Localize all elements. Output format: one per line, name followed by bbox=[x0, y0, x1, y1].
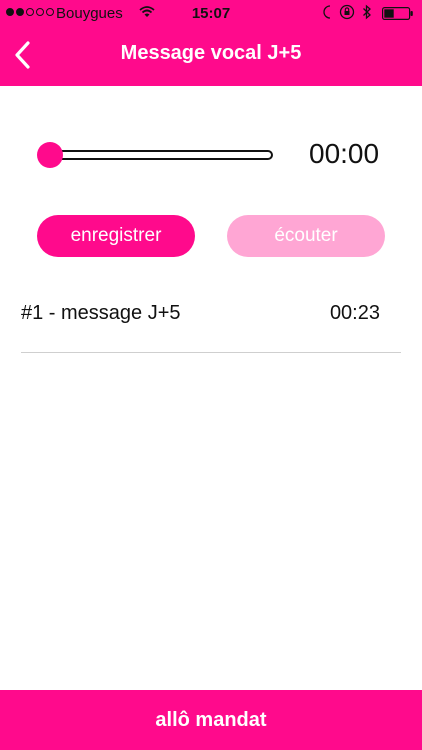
moon-icon bbox=[323, 5, 331, 19]
recording-duration: 00:23 bbox=[329, 302, 380, 324]
listen-button[interactable]: écouter bbox=[227, 215, 385, 257]
playback-slider[interactable] bbox=[37, 141, 275, 171]
playback-time: 00:00 bbox=[309, 138, 380, 169]
status-time: 15:07 bbox=[191, 5, 231, 22]
status-bar: Bouygues 15:07 bbox=[0, 0, 422, 28]
list-divider bbox=[21, 352, 401, 353]
footer-brand[interactable]: allô mandat bbox=[0, 690, 422, 750]
record-button[interactable]: enregistrer bbox=[37, 215, 195, 257]
rotation-lock-icon bbox=[339, 4, 355, 20]
header: Bouygues 15:07 Message vocal J+5 bbox=[0, 0, 422, 86]
list-item[interactable]: #1 - message J+5 00:23 bbox=[21, 295, 401, 353]
battery-icon bbox=[382, 7, 413, 20]
recording-name: #1 - message J+5 bbox=[21, 302, 181, 324]
slider-thumb[interactable] bbox=[37, 142, 63, 168]
page-title: Message vocal J+5 bbox=[120, 42, 302, 64]
slider-track[interactable] bbox=[45, 150, 273, 160]
bluetooth-icon bbox=[363, 4, 371, 20]
